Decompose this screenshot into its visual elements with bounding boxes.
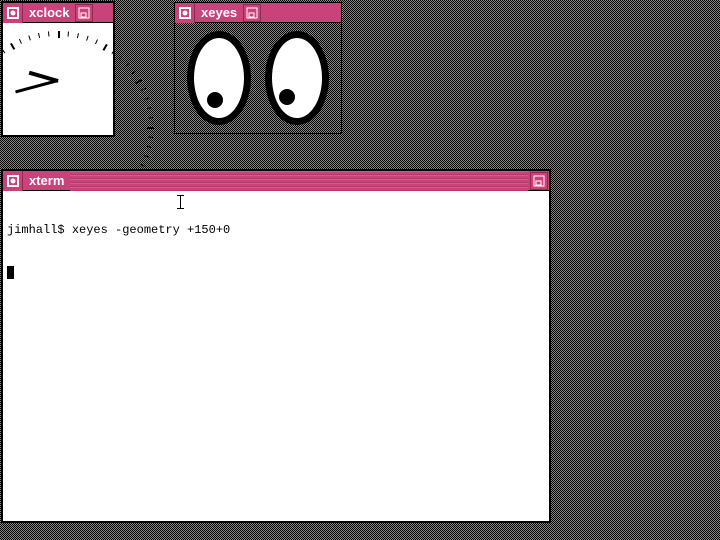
clock-tick	[2, 49, 6, 54]
clock-tick	[147, 127, 154, 129]
shell-prompt: jimhall$	[7, 223, 72, 237]
titlebar-grip[interactable]	[70, 171, 528, 191]
window-xclock[interactable]: xclock	[2, 2, 114, 136]
clock-tick	[119, 56, 123, 60]
window-menu-icon	[179, 7, 191, 19]
clock-tick	[10, 43, 15, 50]
clock-minute-hand	[15, 79, 58, 93]
terminal-line-1	[7, 265, 545, 279]
minimize-button[interactable]	[530, 172, 548, 190]
minimize-button[interactable]	[243, 4, 261, 22]
window-menu-button[interactable]	[3, 171, 23, 191]
clock-face	[9, 29, 107, 129]
titlebar-xterm[interactable]: xterm	[3, 171, 549, 191]
clock-tick	[141, 164, 146, 167]
eye-right	[265, 31, 329, 125]
clock-tick	[77, 33, 79, 38]
minimize-button[interactable]	[75, 4, 93, 22]
window-title: xterm	[23, 173, 70, 188]
clock-tick	[68, 32, 70, 37]
window-menu-icon	[7, 175, 19, 187]
terminal-line-0: jimhall$ xeyes -geometry +150+0	[7, 223, 545, 237]
pupil-right	[279, 89, 295, 105]
eye-left	[187, 31, 251, 125]
clock-tick	[148, 137, 153, 139]
titlebar-xeyes[interactable]: xeyes	[175, 3, 341, 23]
shell-command: xeyes -geometry +150+0	[72, 223, 230, 237]
clock-tick	[141, 88, 146, 91]
clock-tick	[147, 146, 152, 148]
text-cursor	[7, 266, 14, 279]
titlebar-xclock[interactable]: xclock	[3, 3, 113, 23]
clock-tick	[95, 39, 98, 44]
mouse-ibeam-cursor	[180, 195, 181, 209]
window-menu-button[interactable]	[3, 3, 23, 23]
window-xeyes[interactable]: xeyes	[174, 2, 342, 134]
clock-tick	[28, 35, 30, 40]
clock-tick	[145, 97, 150, 99]
minimize-icon	[533, 175, 545, 187]
xclock-client	[3, 23, 113, 135]
xeyes-client	[175, 23, 341, 133]
pupil-left	[207, 92, 223, 108]
clock-tick	[58, 31, 60, 38]
clock-tick	[48, 31, 50, 36]
clock-tick	[19, 39, 22, 44]
window-title: xclock	[23, 5, 75, 20]
window-menu-icon	[7, 7, 19, 19]
clock-tick	[149, 117, 154, 119]
clock-tick	[144, 155, 149, 157]
clock-tick	[147, 107, 152, 109]
minimize-icon	[246, 7, 258, 19]
clock-tick	[38, 33, 40, 38]
clock-tick	[132, 71, 137, 75]
clock-tick	[135, 79, 142, 84]
clock-tick	[126, 63, 130, 67]
clock-tick	[86, 36, 88, 41]
terminal-area[interactable]: jimhall$ xeyes -geometry +150+0	[3, 191, 549, 521]
minimize-icon	[78, 7, 90, 19]
clock-tick	[111, 49, 115, 54]
window-xterm[interactable]: xterm jimhall$ xeyes -geometry +150+0	[2, 170, 550, 522]
window-title: xeyes	[195, 5, 243, 20]
window-menu-button[interactable]	[175, 3, 195, 23]
clock-tick	[103, 44, 108, 51]
